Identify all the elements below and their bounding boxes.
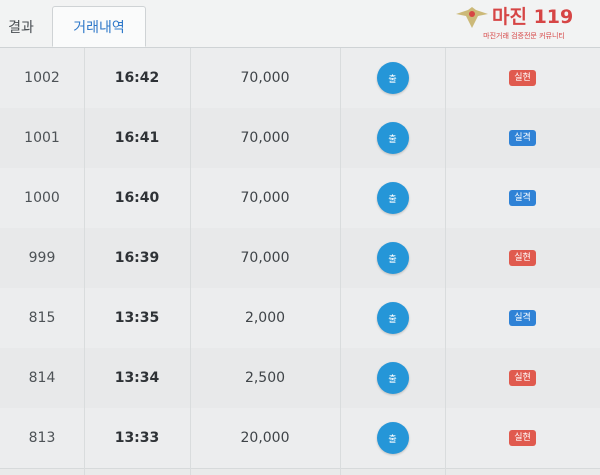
table-row: 1002 16:42 70,000 출 실현 [0,48,600,109]
result-badge: 실현 [509,370,536,386]
action-button[interactable]: 출 [376,62,409,94]
watermark-logo: 마진 119 마진거래 검증전문 커뮤니티 [452,4,596,40]
trade-time: 16:41 [114,130,160,146]
trade-amount: 2,000 [244,310,286,326]
result-cell: 실격 [445,108,600,168]
action-cell: 출 [340,348,445,408]
trade-time: 13:35 [114,310,160,326]
trade-amount: 70,000 [240,70,290,86]
column-divider [190,48,191,475]
tab-trade-history[interactable]: 거래내역 [52,6,146,47]
trade-number: 999 [28,250,56,266]
eagle-icon [456,7,488,28]
trade-number: 815 [28,310,56,326]
trade-time: 16:40 [114,190,160,206]
trade-time: 13:33 [114,430,160,446]
trade-amount: 70,000 [240,250,290,266]
trade-number: 813 [28,430,56,446]
trade-number: 1002 [24,70,60,86]
watermark-brand: 마진 119 [492,6,574,28]
table-row: 1000 16:40 70,000 출 실격 [0,168,600,229]
result-cell: 실격 [445,168,600,228]
action-button[interactable]: 출 [376,242,409,274]
trade-time: 13:34 [114,370,160,386]
column-divider [445,48,446,475]
result-badge: 실현 [509,70,536,86]
action-button[interactable]: 출 [376,362,409,394]
result-cell: 실격 [445,288,600,348]
action-button[interactable]: 출 [376,302,409,334]
action-cell: 출 [340,288,445,348]
action-cell: 출 [340,408,445,468]
trade-number: 1001 [24,130,60,146]
column-divider [340,48,341,475]
result-badge: 실현 [509,430,536,446]
table-row: 814 13:34 2,500 출 실현 [0,348,600,409]
watermark-tagline: 마진거래 검증전문 커뮤니티 [483,32,565,40]
table-row: 815 13:35 2,000 출 실격 [0,288,600,349]
table-row: 1001 16:41 70,000 출 실격 [0,108,600,169]
table-row: 813 13:33 20,000 출 실현 [0,408,600,469]
result-cell: 실현 [445,48,600,108]
trade-amount: 70,000 [240,130,290,146]
action-button[interactable]: 출 [376,182,409,214]
trade-number: 1000 [24,190,60,206]
result-badge: 실격 [509,190,536,206]
column-divider [84,48,85,475]
trade-time: 16:42 [114,70,160,86]
action-button[interactable]: 출 [376,422,409,454]
result-badge: 실격 [509,130,536,146]
trade-amount: 20,000 [240,430,290,446]
trade-amount: 2,500 [244,370,286,386]
result-cell: 실현 [445,408,600,468]
result-cell: 실현 [445,228,600,288]
tab-bar: 결과 거래내역 마진 119 마진거래 검증전문 커뮤니티 [0,0,600,48]
trade-number: 814 [28,370,56,386]
table-row: 999 16:39 70,000 출 실현 [0,228,600,289]
action-cell: 출 [340,108,445,168]
action-cell: 출 [340,168,445,228]
trade-time: 16:39 [114,250,160,266]
trade-table: 1002 16:42 70,000 출 실현 1001 16:41 70,000 출 실격 1000… [0,48,600,475]
tab-result[interactable]: 결과 [0,6,42,47]
result-cell: 실현 [445,348,600,408]
result-badge: 실격 [509,310,536,326]
action-button[interactable]: 출 [376,122,409,154]
trade-amount: 70,000 [240,190,290,206]
result-badge: 실현 [509,250,536,266]
action-cell: 출 [340,228,445,288]
action-cell: 출 [340,48,445,108]
